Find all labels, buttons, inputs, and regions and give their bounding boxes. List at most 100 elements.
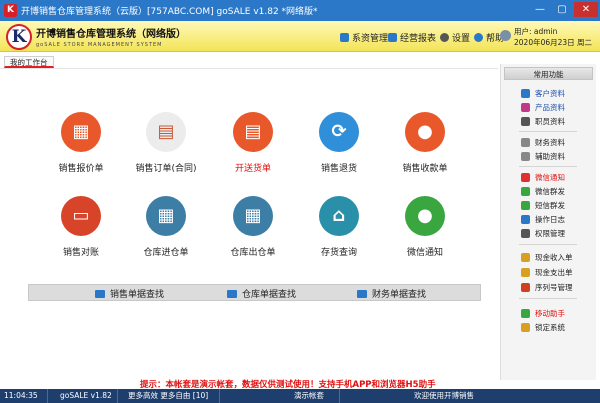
divider bbox=[519, 131, 577, 132]
tile-label: 销售收款单 bbox=[402, 164, 448, 174]
finance-docs-search-button[interactable]: 财务单据查找 bbox=[357, 287, 426, 300]
sidebar-item-cash-out[interactable]: 现金支出单 bbox=[521, 267, 573, 278]
app-header: K 开博销售仓库管理系统（网络版） goSALE STORE MANAGEMEN… bbox=[0, 21, 600, 52]
user-info: 用户: admin 2020年06月23日 周二 bbox=[514, 26, 592, 48]
window-title: 开博销售仓库管理系统（云版）[757ABC.COM] goSALE v1.82 … bbox=[21, 7, 318, 17]
divider bbox=[0, 68, 498, 69]
sidebar-label: 锁定系统 bbox=[535, 323, 565, 332]
sidebar-item-aux[interactable]: 辅助资料 bbox=[521, 151, 565, 162]
tile-label: 微信通知 bbox=[406, 248, 443, 258]
tile-sales-order[interactable]: ▤ 销售订单(合同) bbox=[121, 112, 211, 174]
sidebar-label: 产品资料 bbox=[535, 103, 565, 112]
wechat-icon bbox=[521, 173, 530, 182]
tile-delivery-note[interactable]: ▤ 开送货单 bbox=[208, 112, 298, 174]
mobile-icon bbox=[521, 309, 530, 318]
user-avatar-icon bbox=[500, 30, 511, 41]
help-icon bbox=[474, 33, 483, 42]
book-icon: ▤ bbox=[146, 112, 186, 152]
window-controls: — ▢ ✕ bbox=[530, 2, 598, 17]
sidebar-item-staff[interactable]: 职员资料 bbox=[521, 116, 565, 127]
status-time: 11:04:35 bbox=[0, 389, 48, 403]
sidebar-label: 移动助手 bbox=[535, 309, 565, 318]
sidebar-label: 现金支出单 bbox=[535, 268, 573, 277]
user-name: 用户: admin bbox=[514, 27, 558, 36]
tile-label: 销售订单(合同) bbox=[135, 164, 197, 174]
sidebar-label: 辅助资料 bbox=[535, 152, 565, 161]
sidebar-label: 现金收入单 bbox=[535, 253, 573, 262]
sidebar-item-operation-log[interactable]: 操作日志 bbox=[521, 214, 565, 225]
tile-sales-receipt[interactable]: ● 销售收款单 bbox=[380, 112, 470, 174]
tile-sales-quote[interactable]: ▦ 销售报价单 bbox=[36, 112, 126, 174]
tile-label: 仓库进仓单 bbox=[143, 248, 189, 258]
lock-icon bbox=[521, 323, 530, 332]
status-hint: 更多高效 更多自由 [10] bbox=[124, 389, 220, 403]
divider bbox=[519, 298, 577, 299]
nav-system-data[interactable]: 系资管理 bbox=[340, 31, 388, 44]
house-icon: ⌂ bbox=[319, 196, 359, 236]
customers-icon bbox=[521, 89, 530, 98]
tile-label: 仓库出仓单 bbox=[230, 248, 276, 258]
tile-label: 销售报价单 bbox=[58, 164, 104, 174]
nav-reports[interactable]: 经营报表 bbox=[388, 31, 436, 44]
status-account: 演示帐套 bbox=[290, 389, 340, 403]
wechat-icon bbox=[521, 187, 530, 196]
money-bag-icon: ● bbox=[405, 112, 445, 152]
window-titlebar[interactable]: K 开博销售仓库管理系统（云版）[757ABC.COM] goSALE v1.8… bbox=[0, 0, 600, 21]
brand-logo: K bbox=[6, 24, 32, 50]
sidebar-label: 职员资料 bbox=[535, 117, 565, 126]
status-bar: 11:04:35 goSALE v1.82 更多高效 更多自由 [10] 演示帐… bbox=[0, 389, 600, 403]
tile-wechat-notify[interactable]: ● 微信通知 bbox=[380, 196, 470, 258]
laptop-icon: ▭ bbox=[61, 196, 101, 236]
sidebar-item-permissions[interactable]: 权限管理 bbox=[521, 228, 565, 239]
brand: 开博销售仓库管理系统（网络版） goSALE STORE MANAGEMENT … bbox=[36, 25, 186, 48]
finance-icon bbox=[521, 138, 530, 147]
tab-workbench[interactable]: 我的工作台 bbox=[4, 56, 54, 68]
tile-stock-query[interactable]: ⌂ 存货查询 bbox=[294, 196, 384, 258]
grid-icon bbox=[340, 33, 349, 42]
gear-icon bbox=[440, 33, 449, 42]
monitor-icon bbox=[227, 289, 237, 298]
brand-subtitle: goSALE STORE MANAGEMENT SYSTEM bbox=[36, 42, 163, 48]
sidebar-label: 操作日志 bbox=[535, 215, 565, 224]
query-label: 仓库单据查找 bbox=[242, 290, 297, 300]
maximize-button[interactable]: ▢ bbox=[552, 2, 572, 17]
cash-in-icon bbox=[521, 253, 530, 262]
tile-sales-return[interactable]: ⟳ 销售退货 bbox=[294, 112, 384, 174]
divider bbox=[519, 244, 577, 245]
tile-sales-reconcile[interactable]: ▭ 销售对账 bbox=[36, 196, 126, 258]
refresh-icon: ⟳ bbox=[319, 112, 359, 152]
current-date: 2020年06月23日 周二 bbox=[514, 38, 593, 47]
nav-label: 设置 bbox=[452, 34, 471, 44]
sidebar-item-finance[interactable]: 财务资料 bbox=[521, 137, 565, 148]
sidebar-label: 序列号管理 bbox=[535, 283, 573, 292]
close-button[interactable]: ✕ bbox=[574, 2, 598, 17]
sidebar-label: 权限管理 bbox=[535, 229, 565, 238]
sidebar-item-sms-broadcast[interactable]: 短信群发 bbox=[521, 200, 565, 211]
tile-label: 销售退货 bbox=[320, 164, 357, 174]
nav-settings[interactable]: 设置 bbox=[440, 31, 470, 44]
tile-label: 存货查询 bbox=[320, 248, 357, 258]
brand-name: 开博销售仓库管理系统（网络版） bbox=[36, 29, 186, 40]
monitor-icon bbox=[95, 289, 105, 298]
chart-icon bbox=[388, 33, 397, 42]
aux-icon bbox=[521, 152, 530, 161]
sidebar-item-wechat-notify[interactable]: 微信通知 bbox=[521, 172, 565, 183]
document-search-bar: 销售单据查找 仓库单据查找 财务单据查找 bbox=[28, 284, 481, 301]
tile-warehouse-in[interactable]: ▦ 仓库进仓单 bbox=[121, 196, 211, 258]
nav-label: 经营报表 bbox=[400, 34, 437, 44]
products-icon bbox=[521, 103, 530, 112]
sidebar-item-cash-in[interactable]: 现金收入单 bbox=[521, 252, 573, 263]
tile-warehouse-out[interactable]: ▦ 仓库出仓单 bbox=[208, 196, 298, 258]
sales-docs-search-button[interactable]: 销售单据查找 bbox=[95, 287, 164, 300]
monitor-icon bbox=[357, 289, 367, 298]
minimize-button[interactable]: — bbox=[530, 2, 550, 17]
sidebar-item-wechat-broadcast[interactable]: 微信群发 bbox=[521, 186, 565, 197]
sidebar-item-lock-system[interactable]: 锁定系统 bbox=[521, 322, 565, 333]
sidebar-item-serial-numbers[interactable]: 序列号管理 bbox=[521, 282, 573, 293]
sidebar-item-mobile-assistant[interactable]: 移动助手 bbox=[521, 308, 565, 319]
sidebar-item-products[interactable]: 产品资料 bbox=[521, 102, 565, 113]
status-welcome: 欢迎使用开博销售 bbox=[414, 391, 474, 400]
sidebar-item-customers[interactable]: 客户资料 bbox=[521, 88, 565, 99]
warehouse-docs-search-button[interactable]: 仓库单据查找 bbox=[227, 287, 296, 300]
staff-icon bbox=[521, 117, 530, 126]
